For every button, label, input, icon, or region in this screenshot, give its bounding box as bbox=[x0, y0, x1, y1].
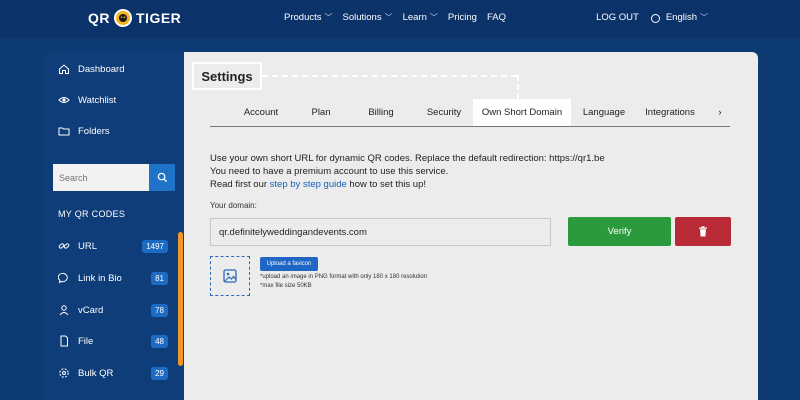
brand-logo[interactable]: QR TIGER bbox=[88, 9, 181, 27]
eye-icon bbox=[58, 94, 70, 106]
info-line: You need to have a premium account to us… bbox=[210, 166, 449, 177]
tab-plan[interactable]: Plan bbox=[296, 99, 346, 126]
domain-input[interactable] bbox=[210, 218, 551, 246]
upload-favicon-button[interactable]: Upload a favicon bbox=[260, 257, 318, 271]
delete-button[interactable] bbox=[675, 217, 731, 246]
sidebar-item-dashboard[interactable]: Dashboard bbox=[58, 63, 124, 75]
callout-line-horizontal bbox=[262, 75, 517, 77]
nav-label: Solutions bbox=[342, 12, 382, 23]
tab-account[interactable]: Account bbox=[232, 99, 290, 126]
search-button[interactable] bbox=[149, 164, 175, 191]
sidebar-search bbox=[53, 164, 175, 191]
count-badge: 48 bbox=[151, 334, 168, 348]
logo-text-left: QR bbox=[88, 10, 110, 26]
info-text: how to set this up! bbox=[346, 179, 426, 190]
chevron-down-icon: ﹀ bbox=[700, 13, 708, 22]
home-icon bbox=[58, 63, 70, 75]
count-badge: 1497 bbox=[142, 239, 168, 253]
nav-faq[interactable]: FAQ bbox=[487, 12, 506, 23]
image-icon bbox=[223, 269, 237, 283]
sidebar-item-watchlist[interactable]: Watchlist bbox=[58, 94, 116, 106]
callout-line-vertical bbox=[517, 75, 519, 99]
tiger-logo-icon bbox=[114, 9, 132, 27]
info-line: Use your own short URL for dynamic QR co… bbox=[210, 153, 605, 164]
globe-icon bbox=[650, 14, 660, 23]
tab-label: Plan bbox=[311, 107, 331, 118]
tab-scroll-right[interactable]: › bbox=[710, 99, 730, 126]
sidebar: Dashboard Watchlist Folders MY QR CODES … bbox=[44, 52, 184, 400]
sidebar-item-file[interactable]: File 48 bbox=[58, 334, 168, 348]
tab-label: Security bbox=[426, 107, 462, 118]
logo-text-right: TIGER bbox=[136, 10, 182, 26]
nav-pricing[interactable]: Pricing bbox=[448, 12, 477, 23]
sidebar-item-folders[interactable]: Folders bbox=[58, 125, 110, 137]
tab-label: Own Short Domain bbox=[481, 107, 563, 118]
nav-solutions[interactable]: Solutions ﹀ bbox=[343, 12, 393, 23]
tab-own-short-domain[interactable]: Own Short Domain bbox=[473, 99, 571, 126]
nav-label: Products bbox=[284, 12, 322, 23]
sidebar-item-label: Dashboard bbox=[78, 63, 125, 75]
language-selector[interactable]: English ﹀ bbox=[650, 12, 708, 23]
bulk-icon bbox=[58, 367, 70, 379]
sidebar-item-label: vCard bbox=[78, 304, 104, 316]
chevron-down-icon: ﹀ bbox=[324, 13, 333, 22]
page-title: Settings bbox=[192, 62, 262, 90]
tab-language[interactable]: Language bbox=[576, 99, 632, 126]
sidebar-item-link-in-bio[interactable]: Link in Bio 81 bbox=[58, 271, 168, 285]
tab-label: Billing bbox=[368, 107, 394, 118]
search-input[interactable] bbox=[53, 164, 149, 191]
nav-right: LOG OUT English ﹀ bbox=[596, 12, 708, 23]
upload-hint: *max file size 50KB bbox=[260, 283, 312, 289]
sidebar-scrollbar[interactable] bbox=[178, 232, 183, 366]
settings-tabs: Account Plan Billing Security Own Short … bbox=[210, 99, 730, 127]
count-badge: 78 bbox=[151, 303, 168, 317]
guide-link[interactable]: step by step guide bbox=[270, 179, 347, 190]
folder-icon bbox=[58, 125, 70, 137]
tab-integrations[interactable]: Integrations bbox=[636, 99, 704, 126]
sidebar-item-label: File bbox=[78, 335, 94, 347]
tab-label: Account bbox=[243, 107, 279, 118]
chevron-down-icon: ﹀ bbox=[384, 13, 393, 22]
user-icon bbox=[58, 304, 70, 316]
link-icon bbox=[58, 240, 70, 252]
tab-label: Language bbox=[582, 107, 626, 118]
sidebar-item-label: Watchlist bbox=[78, 94, 117, 106]
sidebar-item-label: Bulk QR bbox=[78, 367, 114, 379]
nav-label: FAQ bbox=[486, 12, 506, 23]
domain-field-label: Your domain: bbox=[210, 201, 257, 210]
sidebar-item-url[interactable]: URL 1497 bbox=[58, 239, 168, 253]
logout-link[interactable]: LOG OUT bbox=[596, 12, 639, 23]
my-qr-codes-heading: MY QR CODES bbox=[58, 209, 126, 219]
sidebar-item-label: URL bbox=[78, 240, 98, 252]
tab-label: Integrations bbox=[645, 107, 695, 118]
language-label: English bbox=[665, 12, 697, 23]
domain-info-text: Use your own short URL for dynamic QR co… bbox=[210, 152, 605, 191]
tab-security[interactable]: Security bbox=[416, 99, 472, 126]
sidebar-item-label: Folders bbox=[78, 125, 110, 137]
count-badge: 81 bbox=[151, 271, 168, 285]
trash-icon bbox=[699, 226, 707, 237]
main-nav: Products ﹀ Solutions ﹀ Learn ﹀ Pricing FAQ bbox=[284, 12, 506, 23]
sidebar-item-bulk-qr[interactable]: Bulk QR 29 bbox=[58, 366, 168, 380]
file-icon bbox=[58, 335, 70, 347]
top-navbar: QR TIGER Products ﹀ Solutions ﹀ Learn ﹀ Pri… bbox=[0, 0, 800, 38]
nav-products[interactable]: Products ﹀ bbox=[284, 12, 333, 23]
info-text: Read first our bbox=[210, 179, 270, 190]
search-icon bbox=[157, 172, 167, 183]
chevron-right-icon: › bbox=[718, 107, 722, 118]
sidebar-item-vcard[interactable]: vCard 78 bbox=[58, 303, 168, 317]
nav-label: Learn bbox=[402, 12, 427, 23]
info-line: Read first our step by step guide how to… bbox=[210, 178, 605, 191]
favicon-dropzone[interactable] bbox=[210, 256, 250, 296]
nav-label: Pricing bbox=[447, 12, 477, 23]
verify-button[interactable]: Verify bbox=[568, 217, 671, 246]
settings-panel: Settings Account Plan Billing Security O… bbox=[184, 52, 758, 400]
count-badge: 29 bbox=[151, 366, 168, 380]
upload-hint: *upload an image in PNG format with only… bbox=[260, 274, 428, 280]
sidebar-item-label: Link in Bio bbox=[78, 272, 122, 284]
tab-billing[interactable]: Billing bbox=[352, 99, 410, 126]
nav-learn[interactable]: Learn ﹀ bbox=[403, 12, 438, 23]
chat-icon bbox=[58, 272, 70, 284]
chevron-down-icon: ﹀ bbox=[429, 13, 438, 22]
